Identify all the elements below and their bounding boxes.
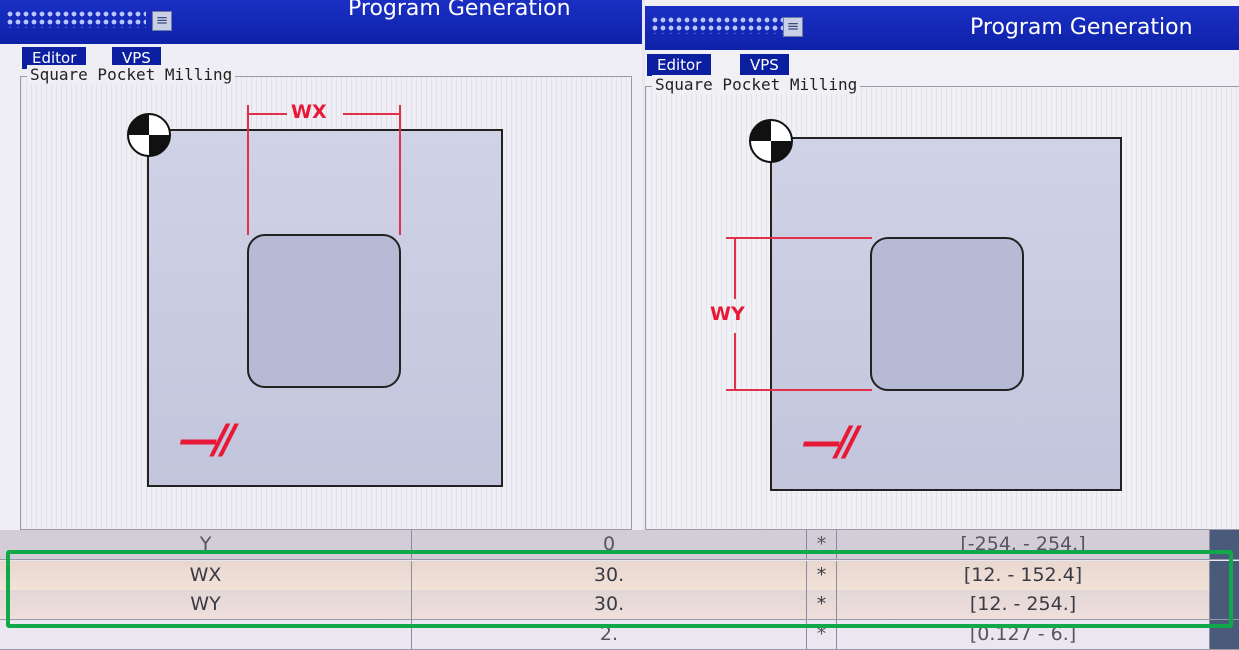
- status-dots: [6, 10, 146, 28]
- wy-extension-top: [726, 237, 872, 239]
- right-program-generation-panel: ≡ Program Generation Editor VPS Square P…: [645, 0, 1239, 530]
- title-bar: ≡ Program Generation: [0, 0, 642, 44]
- pocket-outline: [870, 237, 1024, 391]
- wx-dimension-line-right: [343, 113, 399, 115]
- wy-extension-bottom: [726, 389, 872, 391]
- pocket-outline: [247, 234, 401, 388]
- wx-extension-left: [247, 105, 249, 235]
- wy-dimension-line-top: [734, 239, 736, 299]
- square-pocket-milling-group: Square Pocket Milling WY —//: [645, 75, 1239, 530]
- work-origin-icon: [749, 119, 793, 163]
- wy-dimension-line-bottom: [734, 333, 736, 389]
- wx-extension-right: [399, 105, 401, 235]
- highlight-box: [6, 550, 1233, 628]
- window-title: Program Generation: [970, 15, 1193, 40]
- window-title: Program Generation: [348, 0, 571, 21]
- wx-dimension-line-left: [249, 113, 287, 115]
- wx-dimension-label: WX: [291, 101, 327, 123]
- tab-bar: Editor VPS: [645, 48, 1239, 76]
- tab-vps[interactable]: VPS: [740, 54, 789, 76]
- menu-icon[interactable]: ≡: [152, 11, 172, 31]
- menu-icon[interactable]: ≡: [783, 17, 803, 37]
- status-dots: [651, 16, 791, 34]
- left-program-generation-panel: ≡ Program Generation Editor VPS Square P…: [0, 0, 642, 530]
- tab-bar: Editor VPS: [0, 47, 642, 69]
- title-bar: ≡ Program Generation: [645, 6, 1239, 50]
- group-label: Square Pocket Milling: [27, 65, 236, 84]
- square-pocket-milling-group: Square Pocket Milling WX —//: [20, 65, 632, 530]
- tab-editor[interactable]: Editor: [647, 54, 712, 76]
- haas-logo: —//: [179, 417, 236, 463]
- wy-dimension-label: WY: [710, 303, 745, 325]
- work-origin-icon: [127, 113, 171, 157]
- haas-logo: —//: [802, 419, 859, 465]
- group-label: Square Pocket Milling: [652, 75, 861, 94]
